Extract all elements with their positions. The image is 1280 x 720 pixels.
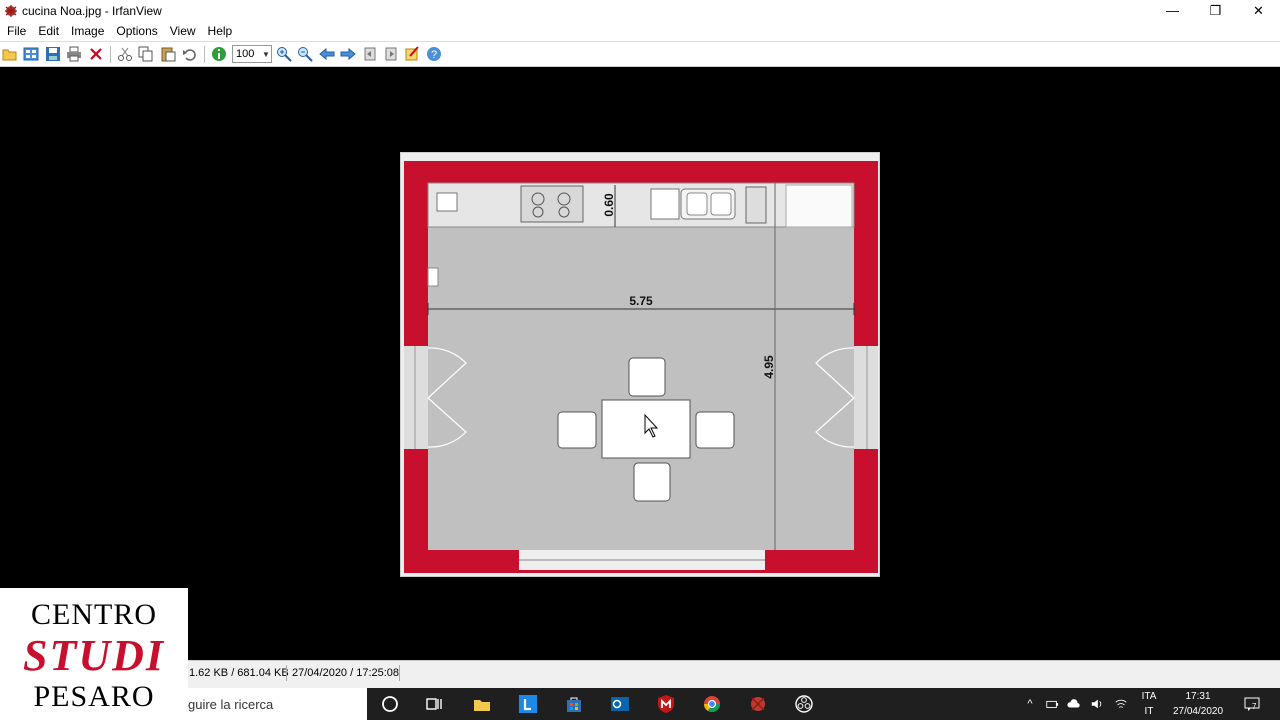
status-divider — [286, 665, 287, 681]
irfanview-taskbar-icon[interactable] — [746, 692, 770, 716]
next-icon[interactable] — [340, 46, 356, 62]
close-button[interactable]: ✕ — [1237, 0, 1280, 21]
search-placeholder: guire la ricerca — [188, 696, 274, 712]
app-l-icon[interactable] — [516, 692, 540, 716]
notification-count: 7 — [1252, 702, 1257, 711]
window-title: cucina Noa.jpg - IrfanView — [22, 3, 162, 18]
restore-button[interactable]: ❐ — [1194, 0, 1237, 21]
floor-plan-drawing: 5.75 0.60 4.95 — [404, 161, 878, 573]
chair-bottom — [633, 462, 671, 502]
window-controls: — ❐ ✕ — [1151, 0, 1280, 21]
print-icon[interactable] — [66, 46, 82, 62]
undo-icon[interactable] — [182, 46, 198, 62]
menu-options[interactable]: Options — [110, 21, 163, 41]
clock-time: 17:31 — [1185, 691, 1211, 702]
zoom-out-icon[interactable] — [297, 46, 313, 62]
store-icon[interactable] — [562, 692, 586, 716]
menu-image[interactable]: Image — [65, 21, 110, 41]
open-icon[interactable] — [2, 46, 18, 62]
last-icon[interactable] — [383, 46, 399, 62]
toolbar: 100 ▼ ? — [0, 41, 1280, 67]
file-explorer-icon[interactable] — [470, 692, 494, 716]
logo-line-2: STUDI — [22, 631, 166, 680]
left-door-opening — [404, 346, 428, 449]
language-primary: ITA — [1141, 691, 1157, 702]
zoom-in-icon[interactable] — [276, 46, 292, 62]
mcafee-icon[interactable] — [654, 692, 678, 716]
task-view-icon[interactable] — [422, 692, 446, 716]
network-icon[interactable] — [1113, 696, 1129, 712]
dimension-width-label: 5.75 — [629, 294, 653, 308]
clock-date: 27/04/2020 — [1172, 706, 1224, 717]
menu-bar: File Edit Image Options View Help — [0, 21, 1280, 41]
notifications-icon[interactable]: 7 — [1242, 696, 1262, 712]
chair-left — [557, 411, 597, 449]
menu-help[interactable]: Help — [202, 21, 239, 41]
toolbar-separator — [110, 46, 111, 63]
cortana-icon[interactable] — [378, 692, 402, 716]
status-bar: 1.62 KB / 681.04 KB 27/04/2020 / 17:25:0… — [0, 660, 1280, 688]
svg-text:?: ? — [431, 49, 437, 61]
outlook-icon[interactable] — [608, 692, 632, 716]
language-indicator[interactable]: ITA IT — [1138, 688, 1160, 720]
help-icon[interactable]: ? — [426, 46, 442, 62]
minimize-button[interactable]: — — [1151, 0, 1194, 21]
image-viewport[interactable]: 5.75 0.60 4.95 — [0, 67, 1280, 660]
obs-icon[interactable] — [792, 692, 816, 716]
windows-taskbar: guire la ricerca ^ ITA IT 17:31 27/04/20… — [0, 688, 1280, 720]
previous-icon[interactable] — [319, 46, 335, 62]
chrome-icon[interactable] — [700, 692, 724, 716]
dimension-height-label: 4.95 — [762, 355, 776, 379]
status-file-size: 1.62 KB / 681.04 KB — [189, 667, 289, 679]
toolbar-separator — [204, 46, 205, 63]
irfanview-app-icon — [5, 4, 17, 17]
chevron-down-icon[interactable]: ▼ — [261, 50, 271, 59]
volume-icon[interactable] — [1089, 696, 1105, 712]
logo-line-3: PESARO — [33, 680, 155, 713]
delete-icon[interactable] — [88, 46, 104, 62]
stove — [520, 185, 584, 223]
paste-icon[interactable] — [160, 46, 176, 62]
chevron-up-icon[interactable]: ^ — [1022, 696, 1038, 712]
menu-edit[interactable]: Edit — [32, 21, 65, 41]
logo-line-1: CENTRO — [31, 598, 157, 631]
centro-studi-pesaro-logo: CENTRO STUDI PESARO — [0, 588, 188, 720]
save-icon[interactable] — [45, 46, 61, 62]
language-secondary: IT — [1144, 706, 1154, 717]
floor-plan-image: 5.75 0.60 4.95 — [400, 152, 880, 577]
taskbar-clock[interactable]: 17:31 27/04/2020 — [1166, 688, 1230, 720]
chair-top — [628, 357, 666, 397]
chair-right — [695, 411, 735, 449]
irfanview-window: cucina Noa.jpg - IrfanView — ❐ ✕ File Ed… — [0, 0, 1280, 688]
status-datetime: 27/04/2020 / 17:25:08 — [292, 667, 400, 679]
fridge — [785, 184, 853, 228]
menu-view[interactable]: View — [164, 21, 202, 41]
first-icon[interactable] — [362, 46, 378, 62]
info-icon[interactable] — [211, 46, 227, 62]
right-door-opening — [854, 346, 878, 449]
dimension-depth-label: 0.60 — [602, 193, 616, 217]
zoom-value: 100 — [236, 48, 255, 60]
thumbnails-icon[interactable] — [23, 46, 39, 62]
title-bar: cucina Noa.jpg - IrfanView — ❐ ✕ — [0, 0, 1280, 21]
zoom-select[interactable]: 100 ▼ — [232, 45, 272, 63]
paint-icon[interactable] — [404, 46, 420, 62]
onedrive-icon[interactable] — [1066, 696, 1082, 712]
cut-icon[interactable] — [117, 46, 133, 62]
menu-file[interactable]: File — [1, 21, 32, 41]
status-divider — [399, 665, 400, 681]
battery-icon[interactable] — [1044, 696, 1060, 712]
copy-icon[interactable] — [138, 46, 154, 62]
